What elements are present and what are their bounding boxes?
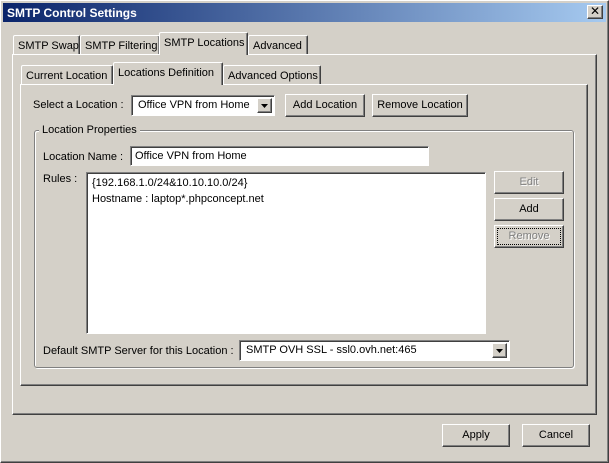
tab-label: Advanced Options [228,70,318,82]
tab-current-location[interactable]: Current Location [21,65,113,85]
remove-rule-label: Remove [508,230,550,242]
cancel-label: Cancel [538,429,574,441]
location-name-input[interactable]: Office VPN from Home [130,146,429,166]
tab-label: Locations Definition [118,67,215,79]
tab-advanced[interactable]: Advanced [248,35,308,55]
location-select-value: Office VPN from Home [138,99,250,111]
close-icon: ✕ [589,4,601,18]
default-server-value: SMTP OVH SSL - ssl0.ovh.net:465 [246,344,417,356]
rules-list[interactable]: {192.168.1.0/24&10.10.10.0/24} Hostname … [86,172,486,334]
tab-label: Advanced [253,40,302,52]
location-name-value: Office VPN from Home [135,150,247,162]
location-properties-title: Location Properties [39,124,140,136]
window-title: SMTP Control Settings [7,6,137,20]
tab-smtp-swap[interactable]: SMTP Swap [13,35,80,55]
location-name-label: Location Name : [43,151,124,163]
default-server-select[interactable]: SMTP OVH SSL - ssl0.ovh.net:465 [239,340,510,361]
dialog-window: SMTP Control Settings ✕ SMTP Swap SMTP F… [0,0,609,463]
close-button[interactable]: ✕ [587,4,603,19]
list-item[interactable]: Hostname : laptop*.phpconcept.net [92,193,264,205]
title-bar[interactable]: SMTP Control Settings ✕ [3,3,606,22]
tab-advanced-options[interactable]: Advanced Options [223,65,321,85]
tab-label: Current Location [26,70,108,82]
cancel-button[interactable]: Cancel [522,424,590,447]
edit-rule-button[interactable]: Edit [494,171,564,194]
tab-smtp-filtering[interactable]: SMTP Filtering [80,35,160,55]
location-select-dropdown-button[interactable] [257,98,272,113]
tab-label: SMTP Swap [18,40,79,52]
add-rule-button[interactable]: Add [494,198,564,221]
edit-rule-label: Edit [519,176,539,188]
tab-smtp-locations[interactable]: SMTP Locations [159,32,248,55]
remove-rule-button[interactable]: Remove [494,225,564,248]
default-server-dropdown-button[interactable] [492,343,507,358]
rules-label: Rules : [43,173,78,185]
default-server-label: Default SMTP Server for this Location : [43,345,234,357]
tab-label: SMTP Locations [164,37,245,49]
apply-label: Apply [462,429,490,441]
add-location-button[interactable]: Add Location [285,94,365,117]
chevron-down-icon [261,104,268,108]
select-location-label: Select a Location : [33,99,124,111]
remove-location-button[interactable]: Remove Location [372,94,468,117]
chevron-down-icon [496,349,503,353]
list-item[interactable]: {192.168.1.0/24&10.10.10.0/24} [92,177,247,189]
add-location-label: Add Location [292,99,358,111]
location-select[interactable]: Office VPN from Home [131,95,275,116]
apply-button[interactable]: Apply [442,424,510,447]
add-rule-label: Add [519,203,539,215]
remove-location-label: Remove Location [377,99,463,111]
tab-locations-definition[interactable]: Locations Definition [113,62,223,85]
tab-label: SMTP Filtering [85,40,158,52]
